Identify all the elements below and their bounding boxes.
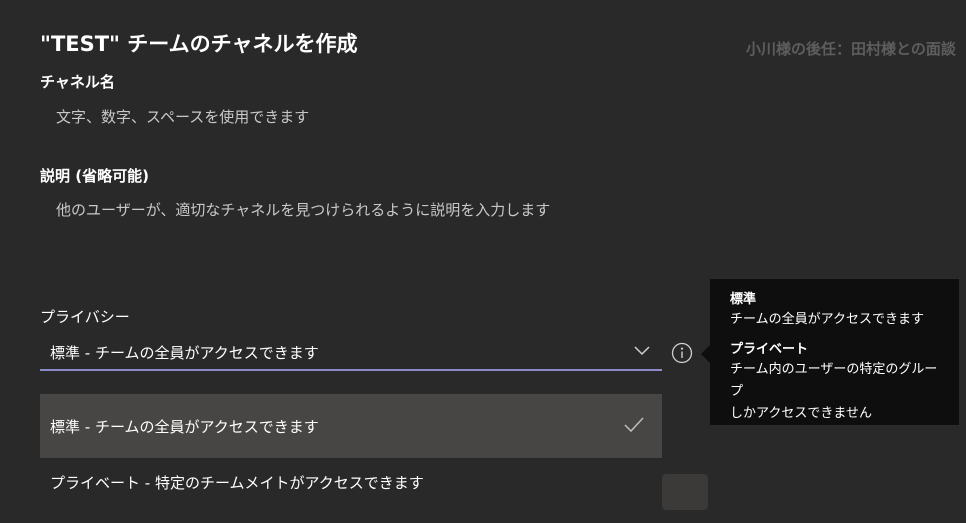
privacy-options-list: 標準 - チームの全員がアクセスできます プライベート - 特定のチームメイトが… [40,394,662,514]
info-icon[interactable] [671,342,693,364]
background-button [662,474,708,510]
option-label: プライベート - 特定のチームメイトがアクセスできます [50,474,424,492]
privacy-info-tooltip: 標準 チームの全員がアクセスできます プライベート チーム内のユーザーの特定のグ… [701,279,959,425]
privacy-selected-value: 標準 - チームの全員がアクセスできます [50,344,319,362]
channel-name-label: チャネル名 [40,73,115,91]
description-input[interactable] [40,192,662,228]
option-label: 標準 - チームの全員がアクセスできます [50,418,319,436]
privacy-dropdown[interactable]: 標準 - チームの全員がアクセスできます [40,335,662,371]
channel-name-input[interactable] [40,99,662,135]
create-channel-dialog: "TEST" チームのチャネルを作成 小川様の後任：田村様との面談 チャネル名 … [0,0,966,523]
background-meeting-text: 小川様の後任：田村様との面談 [746,40,956,58]
privacy-label: プライバシー [40,308,130,326]
tooltip-private-heading: プライベート [730,342,809,357]
privacy-option-private[interactable]: プライベート - 特定のチームメイトがアクセスできます [40,458,662,514]
tooltip-private-body-line2: しかアクセスできません [730,406,872,421]
tooltip-standard-body: チームの全員がアクセスできます [730,312,924,327]
tooltip-standard-heading: 標準 [730,292,757,307]
tooltip-private-body-line1: チーム内のユーザーの特定のグループ [730,362,938,399]
privacy-option-standard[interactable]: 標準 - チームの全員がアクセスできます [40,394,662,458]
description-label: 説明 (省略可能) [40,167,149,185]
checkmark-icon [624,417,644,433]
chevron-down-icon [634,346,650,356]
dialog-title: "TEST" チームのチャネルを作成 [40,32,358,56]
